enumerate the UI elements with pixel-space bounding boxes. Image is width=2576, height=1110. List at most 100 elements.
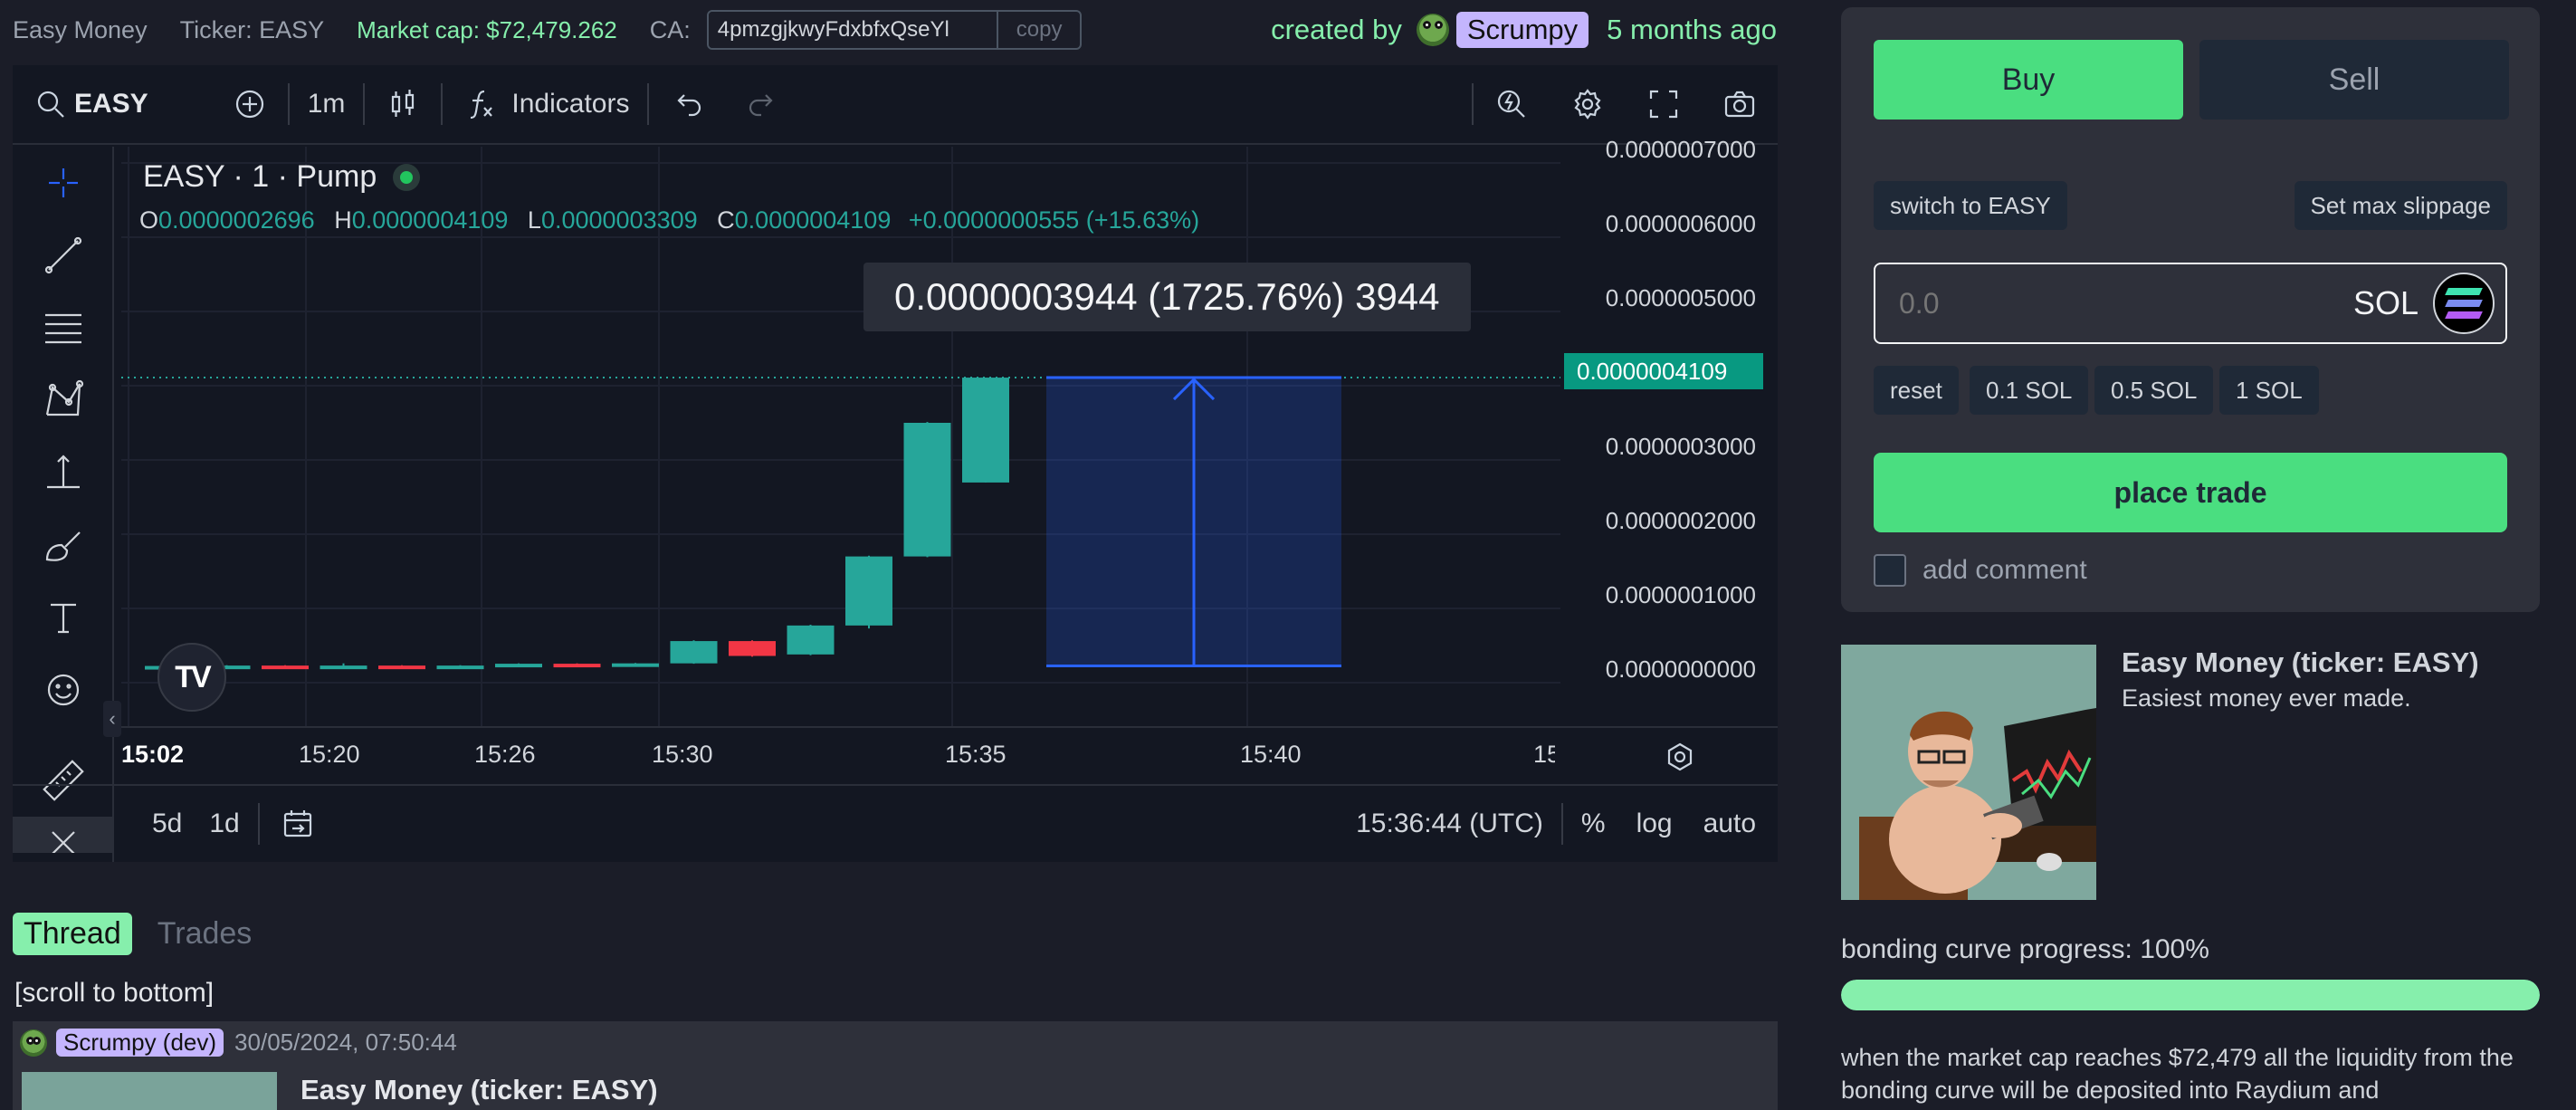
time-tick: 15:30 [652,741,713,768]
tradingview-logo[interactable]: TV [157,643,226,712]
function-icon [461,84,501,124]
time-tick: 15:26 [474,741,536,768]
quick-search-icon[interactable] [1492,84,1531,124]
price-tick: 0.0000001000 [1605,581,1756,608]
range-1d-button[interactable]: 1d [209,809,239,839]
measure-tooltip: 0.0000003944 (1725.76%) 3944 [863,263,1471,331]
post-date: 30/05/2024, 07:50:44 [234,1029,457,1056]
reset-amount-button[interactable]: reset [1874,366,1959,415]
fullscreen-icon[interactable] [1644,84,1684,124]
utc-clock[interactable]: 15:36:44 (UTC) [1356,809,1543,839]
quick-amount-0-1-sol[interactable]: 0.1 SOL [1970,366,2089,415]
price-range-icon [47,455,80,489]
close-key: C [717,206,735,234]
open-value: 0.0000002696 [158,206,315,234]
thread-tabs: Thread Trades [13,913,262,955]
candles-style-icon[interactable] [383,84,423,124]
fib-tool[interactable] [13,292,114,364]
price-axis[interactable]: 0.0000007000 0.0000006000 0.0000005000 0… [1560,136,1778,726]
interval-button[interactable]: 1m [308,89,346,120]
time-tick: 15:02 [121,741,185,768]
bonding-curve-progress-fill [1841,980,2540,1010]
chart-toolbar: EASY 1m Indicators [13,65,1778,145]
emoji-tool[interactable] [13,654,114,726]
date-range-icon[interactable] [278,804,318,844]
low-key: L [527,206,541,234]
chart-bottom-bar: 5d 1d 15:36:44 (UTC) % log auto [13,784,1778,862]
add-comment-label[interactable]: add comment [1922,555,2087,586]
candle-body [553,664,601,668]
token-header-bar: Easy Money Ticker: EASY Market cap: $72,… [0,0,1779,60]
collapse-toolbar-chevron-icon[interactable]: ‹ [103,701,121,737]
creator-profile-link[interactable]: Scrumpy [1455,12,1589,48]
crosshair-icon [49,168,78,197]
chart-plot-area[interactable]: EASY · 1 · Pump O0.0000002696 H0.0000004… [121,147,1560,726]
contract-address-value[interactable]: 4pmzgjkwyFdxbfxQseYl [708,12,997,48]
buy-tab-button[interactable]: Buy [1874,40,2183,120]
measure-tool[interactable] [13,436,114,509]
axis-settings-icon[interactable] [1660,737,1700,777]
price-tick: 0.0000006000 [1605,210,1756,237]
tab-trades[interactable]: Trades [147,913,263,955]
candle-body [903,423,951,557]
candle-body [378,665,425,670]
trade-panel: Buy Sell switch to EASY Set max slippage… [1841,7,2540,612]
camera-icon[interactable] [1720,84,1760,124]
creator-avatar [1416,14,1449,46]
market-cap: Market cap: $72,479.262 [357,15,617,43]
toolbar-divider [441,83,444,125]
switch-token-button[interactable]: switch to EASY [1874,181,2067,230]
toolbar-divider [1472,83,1474,125]
undo-icon[interactable] [667,84,707,124]
price-tick: 0.0000002000 [1605,507,1756,534]
token-name: Easy Money [13,15,148,43]
bottom-divider [1560,803,1563,845]
text-tool[interactable] [13,581,114,654]
candle-body [670,641,718,664]
price-tick: 0.0000007000 [1605,136,1756,163]
token-image [1841,645,2096,900]
auto-scale-button[interactable]: auto [1703,809,1756,839]
time-tick: 15:35 [945,741,1007,768]
quick-amount-0-5-sol[interactable]: 0.5 SOL [2094,366,2214,415]
scroll-to-bottom-link[interactable]: [scroll to bottom] [14,978,214,1009]
time-axis[interactable]: 15:02 15:20 15:26 15:30 15:35 15:40 15 [121,726,1778,784]
range-5d-button[interactable]: 5d [152,809,182,839]
brush-tool[interactable] [13,509,114,581]
settings-gear-icon[interactable] [1568,84,1608,124]
post-header: Scrumpy (dev) 30/05/2024, 07:50:44 [20,1029,457,1057]
price-tick: 0.0000003000 [1605,433,1756,460]
post-author-link[interactable]: Scrumpy (dev) [56,1029,224,1057]
log-scale-button[interactable]: log [1636,809,1673,839]
pattern-tool[interactable] [13,364,114,436]
price-tick: 0.0000005000 [1605,284,1756,311]
toolbar-divider [647,83,650,125]
post-image [22,1072,277,1110]
creation-age: 5 months ago [1607,14,1777,45]
copy-address-button[interactable]: copy [996,12,1081,48]
chart-legend-title: EASY · 1 · Pump [143,159,421,195]
search-icon [31,84,71,124]
bonding-curve-progress-bar [1841,980,2540,1010]
compare-symbol-icon[interactable] [230,84,270,124]
market-status-icon[interactable] [393,163,421,191]
crosshair-tool[interactable] [13,147,114,219]
series-title: EASY · 1 · Pump [143,159,377,194]
current-price-label: 0.0000004109 [1564,353,1763,389]
place-trade-button[interactable]: place trade [1874,453,2507,532]
tab-thread[interactable]: Thread [13,913,132,955]
brush-icon [45,531,81,561]
trend-line-tool[interactable] [13,219,114,292]
amount-input[interactable] [1899,286,2353,321]
add-comment-checkbox[interactable] [1874,554,1906,587]
post-author-avatar [20,1029,47,1057]
percent-scale-button[interactable]: % [1581,809,1606,839]
indicators-button[interactable]: Indicators [461,84,629,124]
max-slippage-button[interactable]: Set max slippage [2294,181,2507,230]
redo-icon[interactable] [743,84,783,124]
contract-address-box: 4pmzgjkwyFdxbfxQseYl copy [706,10,1083,50]
quick-amount-1-sol[interactable]: 1 SOL [2219,366,2319,415]
symbol-search-button[interactable]: EASY [31,84,148,124]
sell-tab-button[interactable]: Sell [2199,40,2509,120]
price-tick: 0.0000000000 [1605,655,1756,683]
